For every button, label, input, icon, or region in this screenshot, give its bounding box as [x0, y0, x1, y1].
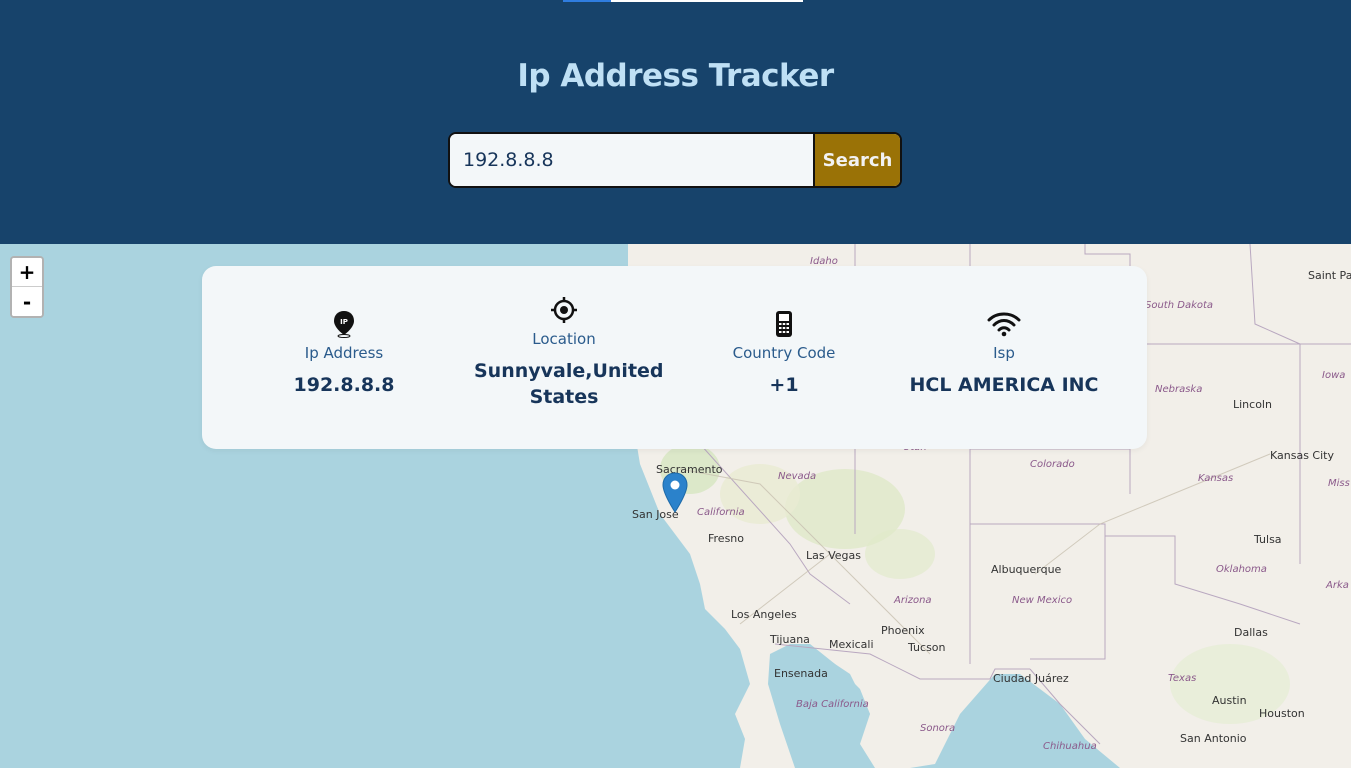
- map-label-city: Saint Pa: [1308, 269, 1351, 282]
- isp-value: HCL AMERICA INC: [909, 374, 1099, 396]
- map-label-state: Chihuahua: [1043, 741, 1097, 752]
- isp-section: Isp HCL AMERICA INC: [909, 310, 1099, 398]
- header: Ip Address Tracker Search: [0, 0, 1351, 244]
- zoom-control: + -: [10, 256, 44, 318]
- ip-address-value: 192.8.8.8: [293, 374, 395, 396]
- location-section: Location Sunnyvale,United States: [474, 296, 664, 410]
- map-label-city: Fresno: [708, 532, 745, 545]
- map-label-state: Colorado: [1030, 459, 1075, 470]
- zoom-in-button[interactable]: +: [12, 258, 42, 287]
- ip-address-section: IP Ip Address 192.8.8.8: [284, 310, 404, 398]
- zoom-out-button[interactable]: -: [12, 287, 42, 316]
- map-label-city: Ensenada: [774, 667, 828, 680]
- map-label-city: Kansas City: [1270, 449, 1334, 462]
- map-label-city: Tijuana: [770, 633, 810, 646]
- map-label-state: Miss: [1328, 478, 1350, 489]
- map-label-state: Kansas: [1198, 473, 1234, 484]
- map-label-state: Oklahoma: [1216, 564, 1267, 575]
- map-label-state: Texas: [1168, 673, 1197, 684]
- map-label-city: Dallas: [1234, 626, 1268, 639]
- map-label-state: Iowa: [1322, 370, 1346, 381]
- map-label-city: Mexicali: [829, 638, 874, 651]
- map-marker-icon[interactable]: [662, 472, 688, 518]
- top-progress-strip: [563, 0, 803, 2]
- map-label-state: New Mexico: [1012, 595, 1073, 606]
- map-label-state: Arizona: [894, 595, 932, 606]
- map-label-city: Las Vegas: [806, 549, 861, 562]
- country-code-value: +1: [769, 374, 799, 396]
- map-label-city: Tulsa: [1254, 533, 1282, 546]
- map-label-state: Nebraska: [1155, 384, 1203, 395]
- phone-icon: [776, 311, 792, 337]
- map-label-state: Baja California: [796, 699, 869, 710]
- map-label-state: Arka: [1326, 580, 1349, 591]
- map-label-city: Los Angeles: [731, 608, 797, 621]
- map-label-city: Ciudad Juárez: [993, 672, 1069, 685]
- map-label-state: Sonora: [920, 723, 956, 734]
- ip-address-label: Ip Address: [304, 344, 384, 362]
- ip-search-input[interactable]: [450, 134, 815, 186]
- country-code-label: Country Code: [732, 344, 836, 362]
- svg-text:IP: IP: [340, 318, 348, 326]
- ip-pin-icon: IP: [334, 311, 354, 338]
- map-label-city: Lincoln: [1233, 398, 1272, 411]
- wifi-icon: [987, 312, 1021, 337]
- location-label: Location: [532, 330, 596, 348]
- country-code-section: Country Code +1: [714, 310, 854, 398]
- map-label-city: Austin: [1212, 694, 1247, 707]
- location-value-line2: States: [529, 386, 599, 408]
- search-button[interactable]: Search: [815, 134, 900, 186]
- map-label-city: Phoenix: [881, 624, 925, 637]
- map-label-city: San Antonio: [1180, 732, 1247, 745]
- location-value-line1: Sunnyvale,United: [474, 360, 664, 382]
- ip-info-card: IP Ip Address 192.8.8.8 Location Sunnyva…: [202, 266, 1147, 449]
- isp-label: Isp: [993, 344, 1015, 362]
- map-label-state: Nevada: [778, 471, 817, 482]
- location-value: Sunnyvale,United States: [474, 358, 664, 410]
- map-label-city: Tucson: [908, 641, 946, 654]
- crosshair-icon: [551, 297, 577, 323]
- map-label-state: California: [697, 507, 745, 518]
- map-label-state: South Dakota: [1145, 300, 1214, 311]
- map-label-city: Albuquerque: [991, 563, 1062, 576]
- map-label-city: Houston: [1259, 707, 1305, 720]
- page-title: Ip Address Tracker: [517, 58, 834, 94]
- search-form: Search: [448, 132, 902, 188]
